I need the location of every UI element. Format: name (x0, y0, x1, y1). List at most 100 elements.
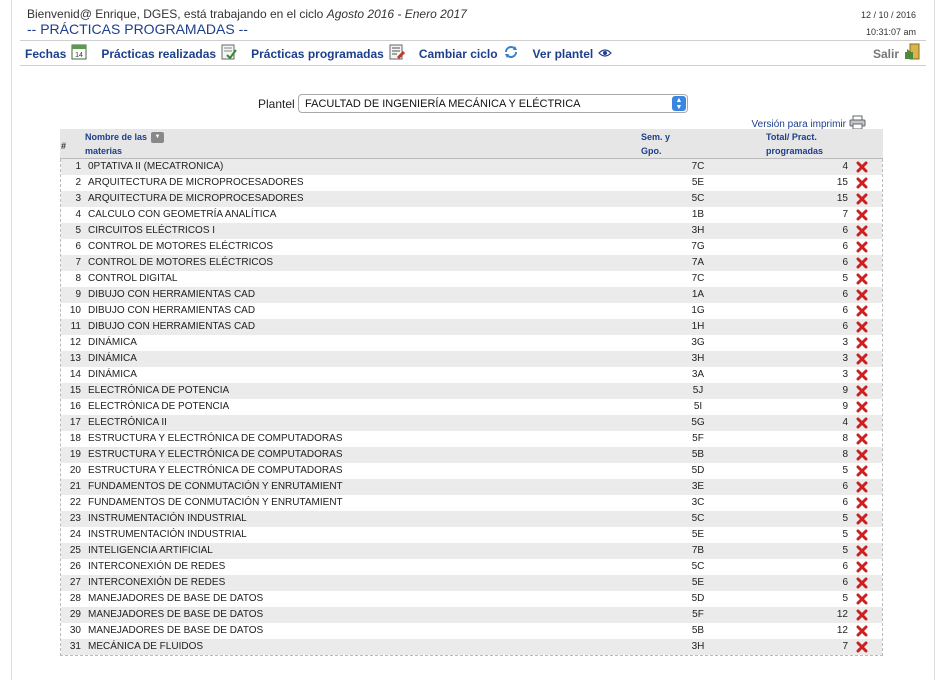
row-subject: ESTRUCTURA Y ELECTRÓNICA DE COMPUTADORAS (88, 449, 343, 460)
delete-x-icon[interactable] (856, 529, 868, 541)
row-group: 3G (691, 337, 705, 348)
row-number: 23 (69, 513, 81, 524)
row-number: 30 (69, 625, 81, 636)
row-subject: DINÁMICA (88, 369, 137, 380)
refresh-cycle-icon (503, 44, 519, 65)
column-sem-line1: Sem. y (641, 132, 671, 142)
nav-fechas[interactable]: Fechas 14 (25, 43, 87, 65)
table-row: 22 FUNDAMENTOS DE CONMUTACIÓN Y ENRUTAMIE… (61, 495, 882, 511)
row-number: 20 (69, 465, 81, 476)
row-number: 19 (69, 449, 81, 460)
table-row: 8 CONTROL DIGITAL 7C 5 (61, 271, 882, 287)
delete-x-icon[interactable] (856, 561, 868, 573)
table-row: 12 DINÁMICA 3G 3 (61, 335, 882, 351)
table-row: 7 CONTROL DE MOTORES ELÉCTRICOS 7A 6 (61, 255, 882, 271)
row-group: 3E (691, 481, 705, 492)
row-number: 3 (75, 193, 81, 204)
delete-x-icon[interactable] (856, 417, 868, 429)
delete-x-icon[interactable] (856, 257, 868, 269)
nav-plantel-label: Ver plantel (532, 47, 594, 61)
nav-cambiar-ciclo[interactable]: Cambiar ciclo (419, 44, 519, 65)
row-subject: ELECTRÓNICA DE POTENCIA (88, 401, 230, 412)
salir-button[interactable]: Salir (873, 43, 920, 64)
row-number: 1 (75, 161, 81, 172)
delete-x-icon[interactable] (856, 385, 868, 397)
practicas-table: # Nombre de las ▼ materias Sem. y Gpo. To… (60, 129, 883, 656)
nav-ver-plantel[interactable]: Ver plantel (533, 45, 613, 63)
table-row: 23 INSTRUMENTACIÓN INDUSTRIAL 5C 5 (61, 511, 882, 527)
row-subject: FUNDAMENTOS DE CONMUTACIÓN Y ENRUTAMIENT (88, 497, 343, 508)
table-row: 13 DINÁMICA 3H 3 (61, 351, 882, 367)
row-total: 6 (842, 257, 848, 268)
table-row: 11 DIBUJO CON HERRAMIENTAS CAD 1H 6 (61, 319, 882, 335)
delete-x-icon[interactable] (856, 401, 868, 413)
delete-x-icon[interactable] (856, 193, 868, 205)
row-number: 29 (69, 609, 81, 620)
delete-x-icon[interactable] (856, 369, 868, 381)
row-number: 2 (75, 177, 81, 188)
row-group: 3A (691, 369, 705, 380)
delete-x-icon[interactable] (856, 513, 868, 525)
row-subject: ARQUITECTURA DE MICROPROCESADORES (88, 193, 304, 204)
table-row: 25 INTELIGENCIA ARTIFICIAL 7B 5 (61, 543, 882, 559)
delete-x-icon[interactable] (856, 337, 868, 349)
delete-x-icon[interactable] (856, 209, 868, 221)
row-subject: CALCULO CON GEOMETRÍA ANALÍTICA (88, 209, 277, 220)
row-group: 5J (692, 385, 704, 396)
delete-x-icon[interactable] (856, 481, 868, 493)
row-total: 7 (842, 641, 848, 652)
row-total: 6 (842, 225, 848, 236)
delete-x-icon[interactable] (856, 305, 868, 317)
eye-icon (598, 45, 613, 63)
delete-x-icon[interactable] (856, 497, 868, 509)
row-total: 6 (842, 481, 848, 492)
delete-x-icon[interactable] (856, 273, 868, 285)
delete-x-icon[interactable] (856, 449, 868, 461)
table-row: 20 ESTRUCTURA Y ELECTRÓNICA DE COMPUTADOR… (61, 463, 882, 479)
row-total: 15 (836, 177, 848, 188)
delete-x-icon[interactable] (856, 545, 868, 557)
row-subject: FUNDAMENTOS DE CONMUTACIÓN Y ENRUTAMIENT (88, 481, 343, 492)
delete-x-icon[interactable] (856, 433, 868, 445)
row-number: 9 (75, 289, 81, 300)
delete-x-icon[interactable] (856, 225, 868, 237)
delete-x-icon[interactable] (856, 177, 868, 189)
delete-x-icon[interactable] (856, 289, 868, 301)
delete-x-icon[interactable] (856, 465, 868, 477)
sort-down-icon[interactable]: ▼ (151, 132, 165, 144)
column-total-line1: Total/ Pract. (766, 132, 817, 142)
delete-x-icon[interactable] (856, 321, 868, 333)
page-title: -- PRÁCTICAS PROGRAMADAS -- (27, 21, 248, 37)
row-group: 3H (691, 353, 705, 364)
delete-x-icon[interactable] (856, 353, 868, 365)
row-total: 3 (842, 337, 848, 348)
delete-x-icon[interactable] (856, 161, 868, 173)
column-sem-line2: Gpo. (641, 146, 662, 156)
row-group: 5F (692, 433, 704, 444)
plantel-label: Plantel (258, 97, 295, 111)
delete-x-icon[interactable] (856, 641, 868, 653)
table-row: 24 INSTRUMENTACIÓN INDUSTRIAL 5E 5 (61, 527, 882, 543)
nav-practicas-realizadas[interactable]: Prácticas realizadas (101, 44, 237, 65)
delete-x-icon[interactable] (856, 577, 868, 589)
table-row: 28 MANEJADORES DE BASE DE DATOS 5D 5 (61, 591, 882, 607)
column-name[interactable]: Nombre de las ▼ materias (85, 130, 165, 158)
delete-x-icon[interactable] (856, 593, 868, 605)
delete-x-icon[interactable] (856, 625, 868, 637)
row-group: 5C (691, 193, 705, 204)
row-number: 8 (75, 273, 81, 284)
row-subject: ESTRUCTURA Y ELECTRÓNICA DE COMPUTADORAS (88, 433, 343, 444)
row-subject: CONTROL DIGITAL (88, 273, 178, 284)
row-total: 3 (842, 369, 848, 380)
row-group: 5G (691, 417, 705, 428)
row-subject: ESTRUCTURA Y ELECTRÓNICA DE COMPUTADORAS (88, 465, 343, 476)
row-group: 3H (691, 641, 705, 652)
row-total: 8 (842, 449, 848, 460)
plantel-select[interactable]: FACULTAD DE INGENIERÍA MECÁNICA Y ELÉCTR… (298, 94, 688, 113)
nav-practicas-programadas[interactable]: Prácticas programadas (251, 44, 405, 65)
current-time: 10:31:07 am (865, 27, 916, 37)
row-group: 5C (691, 561, 705, 572)
delete-x-icon[interactable] (856, 241, 868, 253)
delete-x-icon[interactable] (856, 609, 868, 621)
row-group: 5D (691, 593, 705, 604)
